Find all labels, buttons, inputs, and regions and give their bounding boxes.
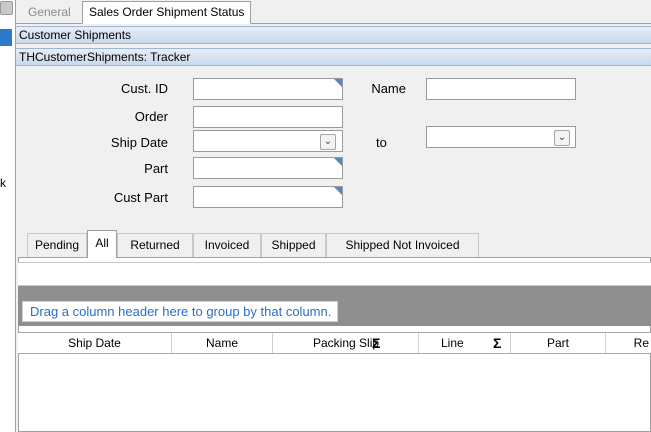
lookup-marker-icon [334, 79, 342, 87]
tab-shipped[interactable]: Shipped [261, 233, 326, 257]
col-part[interactable]: Part [511, 333, 606, 353]
selected-nav-item[interactable] [0, 29, 12, 46]
cust-id-label: Cust. ID [121, 81, 168, 96]
search-icon[interactable] [0, 1, 13, 15]
tab-invoiced[interactable]: Invoiced [193, 233, 261, 257]
lookup-marker-icon [334, 158, 342, 166]
name-input[interactable] [426, 78, 576, 100]
col-re[interactable]: Re [606, 333, 651, 353]
sigma-icon[interactable]: Σ [372, 333, 380, 353]
order-input[interactable] [193, 106, 343, 128]
lookup-marker-icon [334, 187, 342, 195]
col-ship-date[interactable]: Ship Date [18, 333, 172, 353]
cust-part-input[interactable] [193, 186, 343, 208]
tracker-header: THCustomerShipments: Tracker [16, 48, 651, 66]
part-label: Part [144, 161, 168, 176]
col-line-label: Line [441, 336, 464, 350]
tab-returned[interactable]: Returned [117, 233, 193, 257]
cust-part-label: Cust Part [113, 190, 168, 205]
col-packing-slip[interactable]: Packing Slip [273, 333, 419, 353]
col-packing-slip-label: Packing Slip [313, 336, 380, 350]
tab-all[interactable]: All [87, 230, 117, 258]
chevron-down-icon[interactable]: ⌄ [554, 130, 570, 146]
left-panel: k [0, 0, 16, 432]
part-input[interactable] [193, 157, 343, 179]
customer-shipments-header: Customer Shipments [16, 26, 651, 44]
cust-id-input[interactable] [193, 78, 343, 100]
to-label: to [376, 135, 387, 150]
ship-date-label: Ship Date [110, 135, 168, 150]
order-label: Order [134, 109, 168, 124]
column-header-row: Ship Date Name Packing Slip Σ Line Σ Par… [18, 332, 651, 354]
chevron-down-icon[interactable]: ⌄ [320, 134, 336, 150]
name-label: Name [371, 81, 406, 96]
tab-pending[interactable]: Pending [27, 233, 87, 257]
clipped-nav-text: k [0, 176, 6, 190]
tab-sales-order-shipment-status[interactable]: Sales Order Shipment Status [82, 1, 252, 24]
col-name[interactable]: Name [172, 333, 273, 353]
group-by-hint: Drag a column header here to group by th… [22, 301, 339, 322]
top-tab-strip: General Sales Order Shipment Status [16, 0, 651, 24]
tab-shipped-not-invoiced[interactable]: Shipped Not Invoiced [326, 233, 479, 257]
sigma-icon[interactable]: Σ [493, 333, 501, 353]
tab-general[interactable]: General [22, 2, 77, 24]
grid-filter-row[interactable] [18, 262, 651, 286]
